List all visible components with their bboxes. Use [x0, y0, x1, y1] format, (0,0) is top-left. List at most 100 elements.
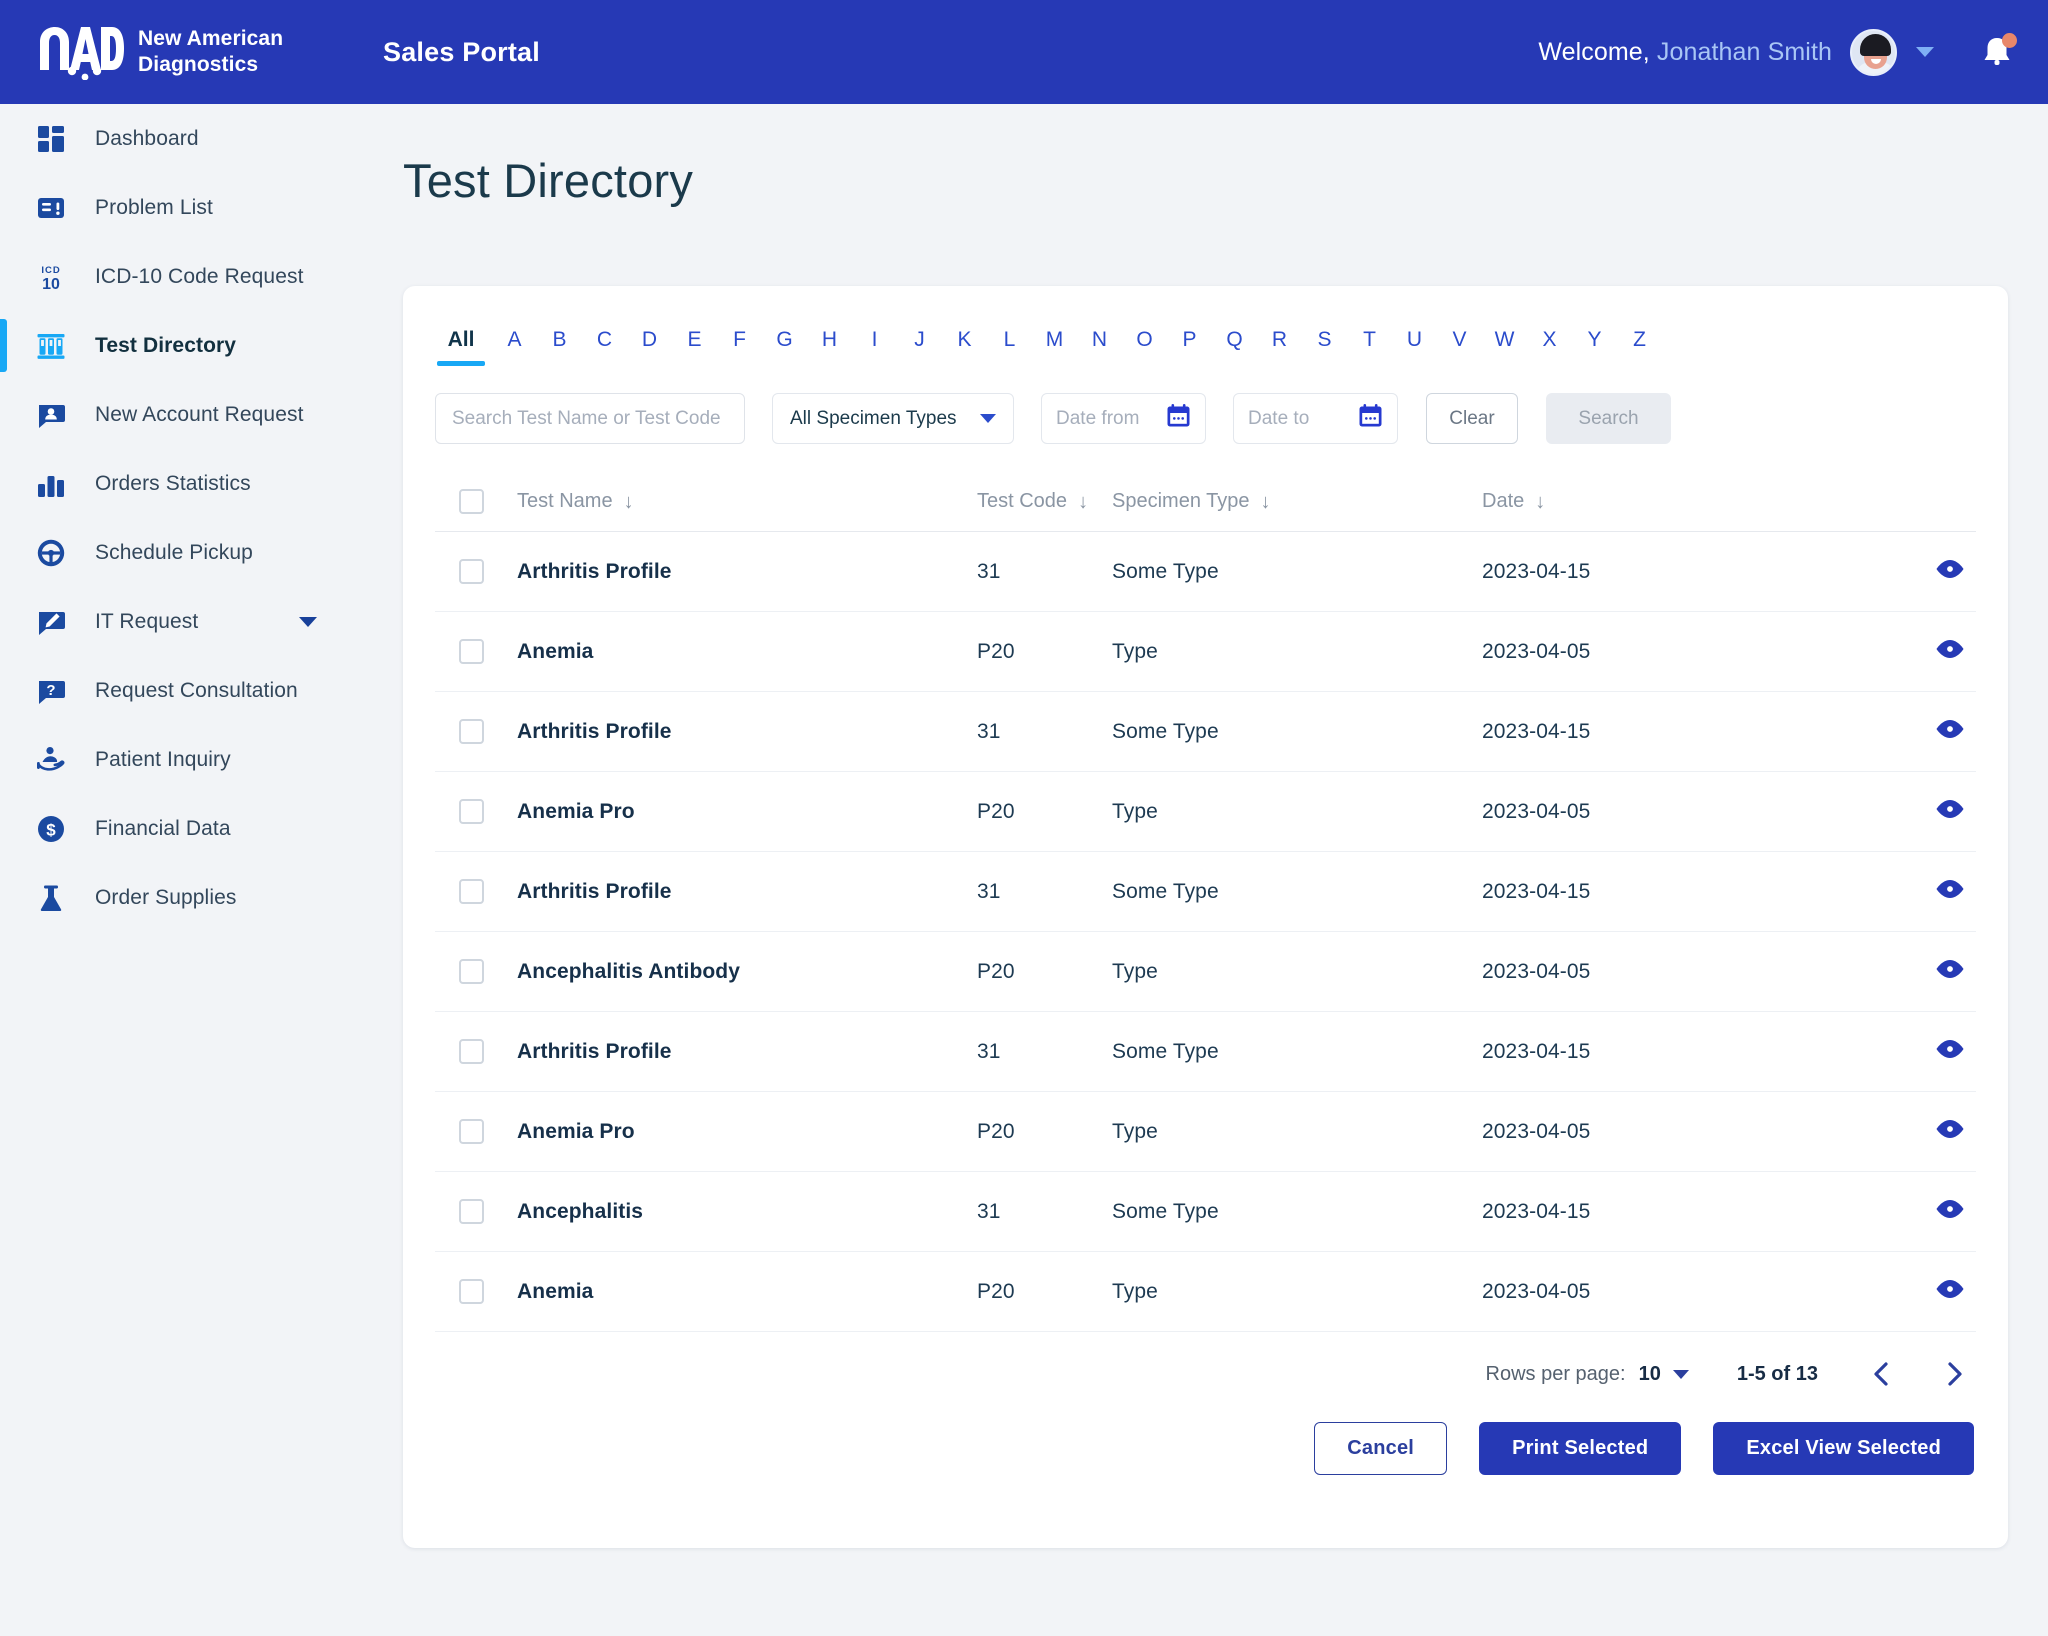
alpha-tab-y[interactable]: Y — [1572, 328, 1617, 366]
alpha-tab-m[interactable]: M — [1032, 328, 1077, 366]
view-row-button[interactable] — [1934, 637, 1966, 666]
search-input-wrapper[interactable]: Search Test Name or Test Code — [435, 393, 745, 444]
alpha-tab-a[interactable]: A — [492, 328, 537, 366]
sort-down-arrow-icon[interactable]: ↓ — [1535, 492, 1545, 512]
row-checkbox[interactable] — [459, 879, 484, 904]
row-select-cell[interactable] — [435, 1039, 517, 1064]
alpha-tab-n[interactable]: N — [1077, 328, 1122, 366]
chevron-down-icon[interactable] — [299, 616, 317, 627]
alpha-tab-p[interactable]: P — [1167, 328, 1212, 366]
sidebar-item-order-supplies[interactable]: Order Supplies — [0, 863, 363, 932]
sidebar-item-icd-10-code-request[interactable]: ICD 10 ICD-10 Code Request — [0, 242, 363, 311]
alpha-tab-r[interactable]: R — [1257, 328, 1302, 366]
notification-bell-button[interactable] — [1980, 33, 2017, 70]
alpha-tab-l[interactable]: L — [987, 328, 1032, 366]
row-select-cell[interactable] — [435, 1279, 517, 1304]
clear-button[interactable]: Clear — [1426, 393, 1518, 444]
sidebar-item-problem-list[interactable]: Problem List — [0, 173, 363, 242]
row-checkbox[interactable] — [459, 559, 484, 584]
select-all-checkbox[interactable] — [459, 489, 484, 514]
alpha-tab-i[interactable]: I — [852, 328, 897, 366]
row-select-cell[interactable] — [435, 1199, 517, 1224]
table-row[interactable]: Arthritis Profile 31 Some Type 2023-04-15 — [435, 1012, 1976, 1092]
table-row[interactable]: Arthritis Profile 31 Some Type 2023-04-15 — [435, 692, 1976, 772]
calendar-icon[interactable] — [1166, 403, 1191, 434]
view-row-button[interactable] — [1934, 797, 1966, 826]
alpha-tab-all[interactable]: All — [435, 328, 487, 366]
alpha-tab-u[interactable]: U — [1392, 328, 1437, 366]
sort-down-arrow-icon[interactable]: ↓ — [1261, 492, 1271, 512]
row-select-cell[interactable] — [435, 559, 517, 584]
row-checkbox[interactable] — [459, 639, 484, 664]
row-select-cell[interactable] — [435, 799, 517, 824]
row-checkbox[interactable] — [459, 1039, 484, 1064]
column-header-test-name[interactable]: Test Name ↓ — [517, 490, 977, 513]
view-row-button[interactable] — [1934, 1037, 1966, 1066]
sidebar-item-dashboard[interactable]: Dashboard — [0, 104, 363, 173]
row-checkbox[interactable] — [459, 1119, 484, 1144]
view-row-button[interactable] — [1934, 557, 1966, 586]
next-page-button[interactable] — [1944, 1360, 1966, 1388]
sidebar-item-new-account-request[interactable]: New Account Request — [0, 380, 363, 449]
date-to-input[interactable]: Date to — [1233, 393, 1398, 444]
print-selected-button[interactable]: Print Selected — [1479, 1422, 1682, 1475]
view-row-button[interactable] — [1934, 877, 1966, 906]
view-row-button[interactable] — [1934, 1277, 1966, 1306]
row-select-cell[interactable] — [435, 959, 517, 984]
date-from-input[interactable]: Date from — [1041, 393, 1206, 444]
alpha-tab-o[interactable]: O — [1122, 328, 1167, 366]
alpha-tab-q[interactable]: Q — [1212, 328, 1257, 366]
chevron-down-icon[interactable] — [1916, 47, 1934, 57]
row-checkbox[interactable] — [459, 799, 484, 824]
sidebar-item-test-directory[interactable]: Test Directory — [0, 311, 363, 380]
table-row[interactable]: Anemia Pro P20 Type 2023-04-05 — [435, 1092, 1976, 1172]
chevron-down-icon[interactable] — [1672, 1369, 1689, 1379]
avatar[interactable] — [1850, 28, 1897, 76]
sidebar-item-it-request[interactable]: IT Request — [0, 587, 363, 656]
row-select-cell[interactable] — [435, 879, 517, 904]
row-select-cell[interactable] — [435, 1119, 517, 1144]
row-checkbox[interactable] — [459, 1279, 484, 1304]
table-row[interactable]: Arthritis Profile 31 Some Type 2023-04-15 — [435, 532, 1976, 612]
sidebar-item-request-consultation[interactable]: ? Request Consultation — [0, 656, 363, 725]
calendar-icon[interactable] — [1358, 403, 1383, 434]
row-checkbox[interactable] — [459, 959, 484, 984]
table-row[interactable]: Anemia Pro P20 Type 2023-04-05 — [435, 772, 1976, 852]
alpha-tab-f[interactable]: F — [717, 328, 762, 366]
alpha-tab-v[interactable]: V — [1437, 328, 1482, 366]
table-row[interactable]: Anemia P20 Type 2023-04-05 — [435, 612, 1976, 692]
alpha-tab-h[interactable]: H — [807, 328, 852, 366]
view-row-button[interactable] — [1934, 957, 1966, 986]
column-header-date[interactable]: Date ↓ — [1482, 490, 1812, 513]
alpha-tab-x[interactable]: X — [1527, 328, 1572, 366]
alpha-tab-s[interactable]: S — [1302, 328, 1347, 366]
alpha-tab-j[interactable]: J — [897, 328, 942, 366]
alpha-tab-t[interactable]: T — [1347, 328, 1392, 366]
alpha-tab-b[interactable]: B — [537, 328, 582, 366]
alpha-tab-k[interactable]: K — [942, 328, 987, 366]
table-row[interactable]: Ancephalitis Antibody P20 Type 2023-04-05 — [435, 932, 1976, 1012]
alpha-tab-g[interactable]: G — [762, 328, 807, 366]
excel-view-selected-button[interactable]: Excel View Selected — [1713, 1422, 1974, 1475]
column-header-specimen-type[interactable]: Specimen Type ↓ — [1112, 490, 1482, 513]
alpha-tab-z[interactable]: Z — [1617, 328, 1662, 366]
row-select-cell[interactable] — [435, 639, 517, 664]
rows-per-page-value[interactable]: 10 — [1639, 1363, 1661, 1386]
alpha-tab-w[interactable]: W — [1482, 328, 1527, 366]
row-checkbox[interactable] — [459, 1199, 484, 1224]
row-checkbox[interactable] — [459, 719, 484, 744]
cancel-button[interactable]: Cancel — [1314, 1422, 1448, 1475]
view-row-button[interactable] — [1934, 717, 1966, 746]
alpha-tab-d[interactable]: D — [627, 328, 672, 366]
view-row-button[interactable] — [1934, 1117, 1966, 1146]
sidebar-item-orders-statistics[interactable]: Orders Statistics — [0, 449, 363, 518]
table-row[interactable]: Anemia P20 Type 2023-04-05 — [435, 1252, 1976, 1332]
column-header-test-code[interactable]: Test Code ↓ — [977, 490, 1112, 513]
prev-page-button[interactable] — [1870, 1360, 1892, 1388]
table-row[interactable]: Ancephalitis 31 Some Type 2023-04-15 — [435, 1172, 1976, 1252]
specimen-type-select[interactable]: All Specimen Types — [772, 393, 1014, 444]
view-row-button[interactable] — [1934, 1197, 1966, 1226]
sort-down-arrow-icon[interactable]: ↓ — [1078, 492, 1088, 512]
table-row[interactable]: Arthritis Profile 31 Some Type 2023-04-15 — [435, 852, 1976, 932]
brand-block[interactable]: New American Diagnostics — [38, 24, 358, 81]
